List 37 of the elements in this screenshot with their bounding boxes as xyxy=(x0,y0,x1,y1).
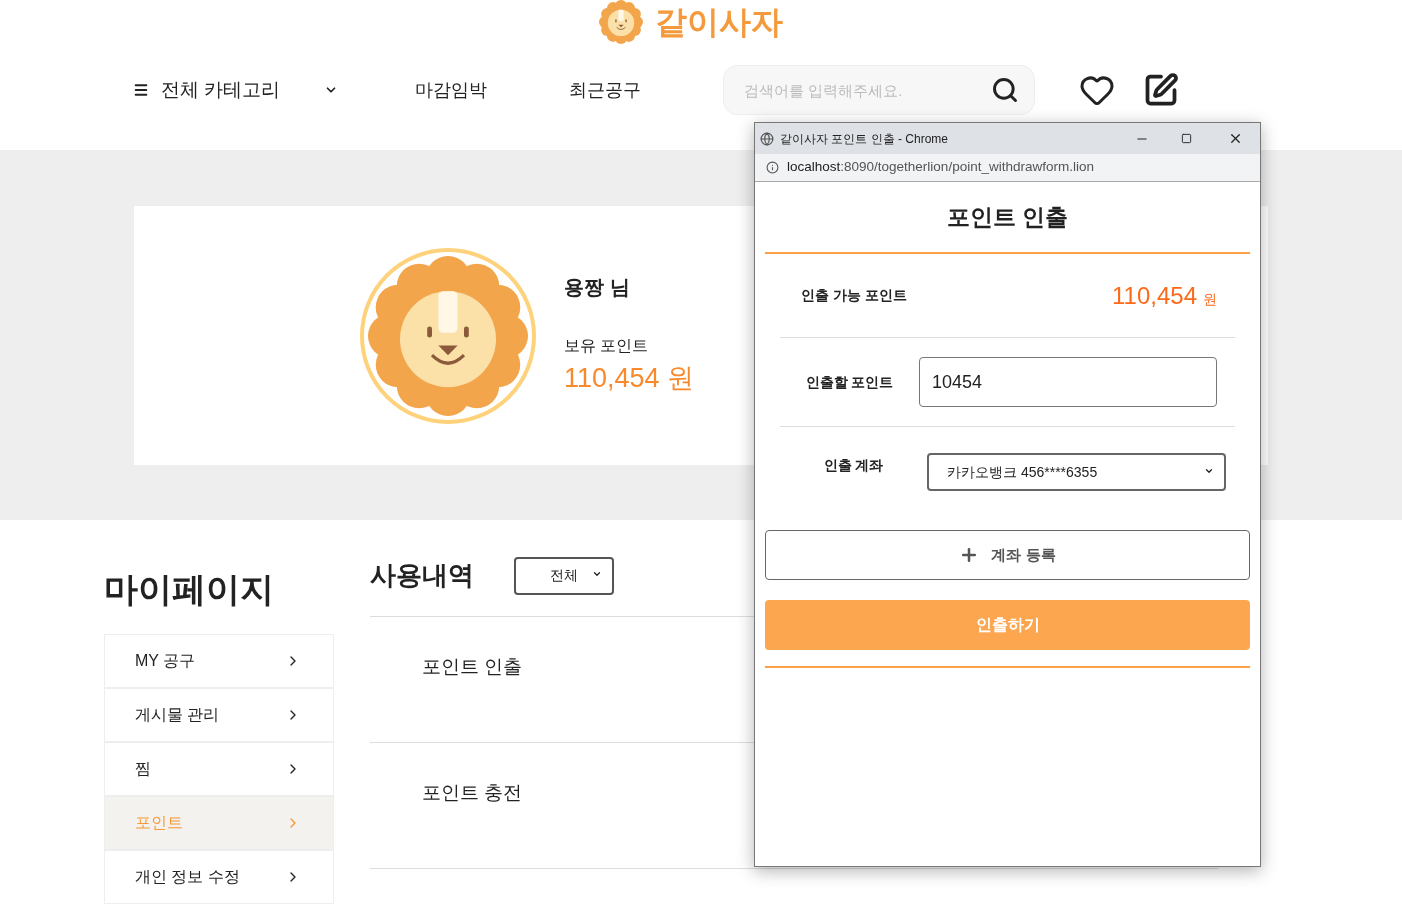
nav-link[interactable]: 마감임박 xyxy=(415,76,487,104)
lion-avatar-icon xyxy=(368,255,528,416)
available-amount: 110,454 xyxy=(1112,280,1197,311)
nav-link[interactable]: 최근공구 xyxy=(569,76,641,104)
history-type: 포인트 인출 xyxy=(422,655,523,680)
section-title: 사용내역 xyxy=(370,559,475,592)
popup-heading: 포인트 인출 xyxy=(946,202,1069,232)
search-field[interactable]: 검색어를 입력해주세요. xyxy=(723,65,1035,115)
user-name: 용짱 님 xyxy=(564,275,631,301)
amount-label: 인출할 포인트 xyxy=(804,372,895,392)
url-text: localhost:8090/togetherlion/point_withdrawform.lion xyxy=(787,158,1094,177)
globe-icon xyxy=(760,131,774,146)
page-title: 마이페이지 xyxy=(104,569,275,610)
menu-icon xyxy=(133,82,149,98)
available-label: 인출 가능 포인트 xyxy=(801,286,907,305)
caret-icon xyxy=(1204,466,1214,476)
sidebar-item[interactable]: MY 공구 xyxy=(104,634,334,688)
history-type: 포인트 충전 xyxy=(422,781,523,806)
account-label: 인출 계좌 xyxy=(822,456,885,475)
filter-select[interactable]: 전체 xyxy=(514,556,614,595)
account-select[interactable]: 카카오뱅크 456****6355 xyxy=(927,453,1226,491)
currency-unit: 원 xyxy=(1203,289,1217,309)
sidebar-item[interactable]: 찜 xyxy=(104,742,334,796)
points-amount: 110,454 원 xyxy=(564,362,695,396)
sidebar-item[interactable]: 개인 정보 수정 xyxy=(104,850,334,904)
info-icon xyxy=(766,161,779,174)
category-menu[interactable]: 전체 카테고리 xyxy=(133,75,338,105)
lion-logo-icon xyxy=(599,0,643,44)
amount-input[interactable]: 10454 xyxy=(919,357,1217,407)
edit-icon[interactable] xyxy=(1143,72,1179,108)
window-title: 같이사자 포인트 인출 - Chrome xyxy=(780,130,949,148)
sidebar-item[interactable]: 게시물 관리 xyxy=(104,688,334,742)
maximize-icon[interactable] xyxy=(1181,133,1192,144)
points-label: 보유 포인트 xyxy=(564,336,650,357)
close-icon[interactable] xyxy=(1228,131,1243,146)
search-icon[interactable] xyxy=(991,76,1019,104)
add-account-button[interactable]: 계좌 등록 xyxy=(765,530,1250,580)
